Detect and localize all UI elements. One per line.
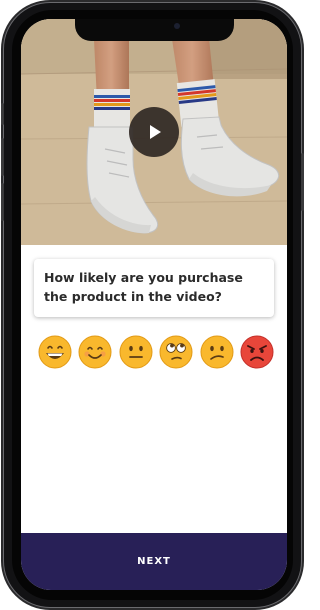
smiling-face-icon[interactable] bbox=[78, 335, 112, 369]
play-button[interactable] bbox=[129, 107, 179, 157]
rating-options bbox=[38, 335, 274, 369]
front-camera bbox=[174, 23, 180, 29]
grinning-face-icon[interactable] bbox=[38, 335, 72, 369]
app-screen: How likely are you purchase the product … bbox=[21, 19, 287, 590]
volume-up-button bbox=[1, 138, 4, 176]
question-card: How likely are you purchase the product … bbox=[34, 259, 274, 317]
silent-switch bbox=[1, 103, 4, 125]
power-button bbox=[301, 153, 304, 211]
confused-face-icon[interactable] bbox=[200, 335, 234, 369]
angry-face-icon[interactable] bbox=[240, 335, 274, 369]
notch bbox=[75, 19, 234, 41]
volume-down-button bbox=[1, 183, 4, 221]
play-icon bbox=[150, 125, 161, 139]
neutral-face-icon[interactable] bbox=[119, 335, 153, 369]
video-player[interactable] bbox=[21, 19, 287, 245]
question-text: How likely are you purchase the product … bbox=[44, 270, 243, 304]
rolling-eyes-face-icon[interactable] bbox=[159, 335, 193, 369]
next-button-label: NEXT bbox=[137, 556, 171, 567]
next-button[interactable]: NEXT bbox=[21, 533, 287, 590]
